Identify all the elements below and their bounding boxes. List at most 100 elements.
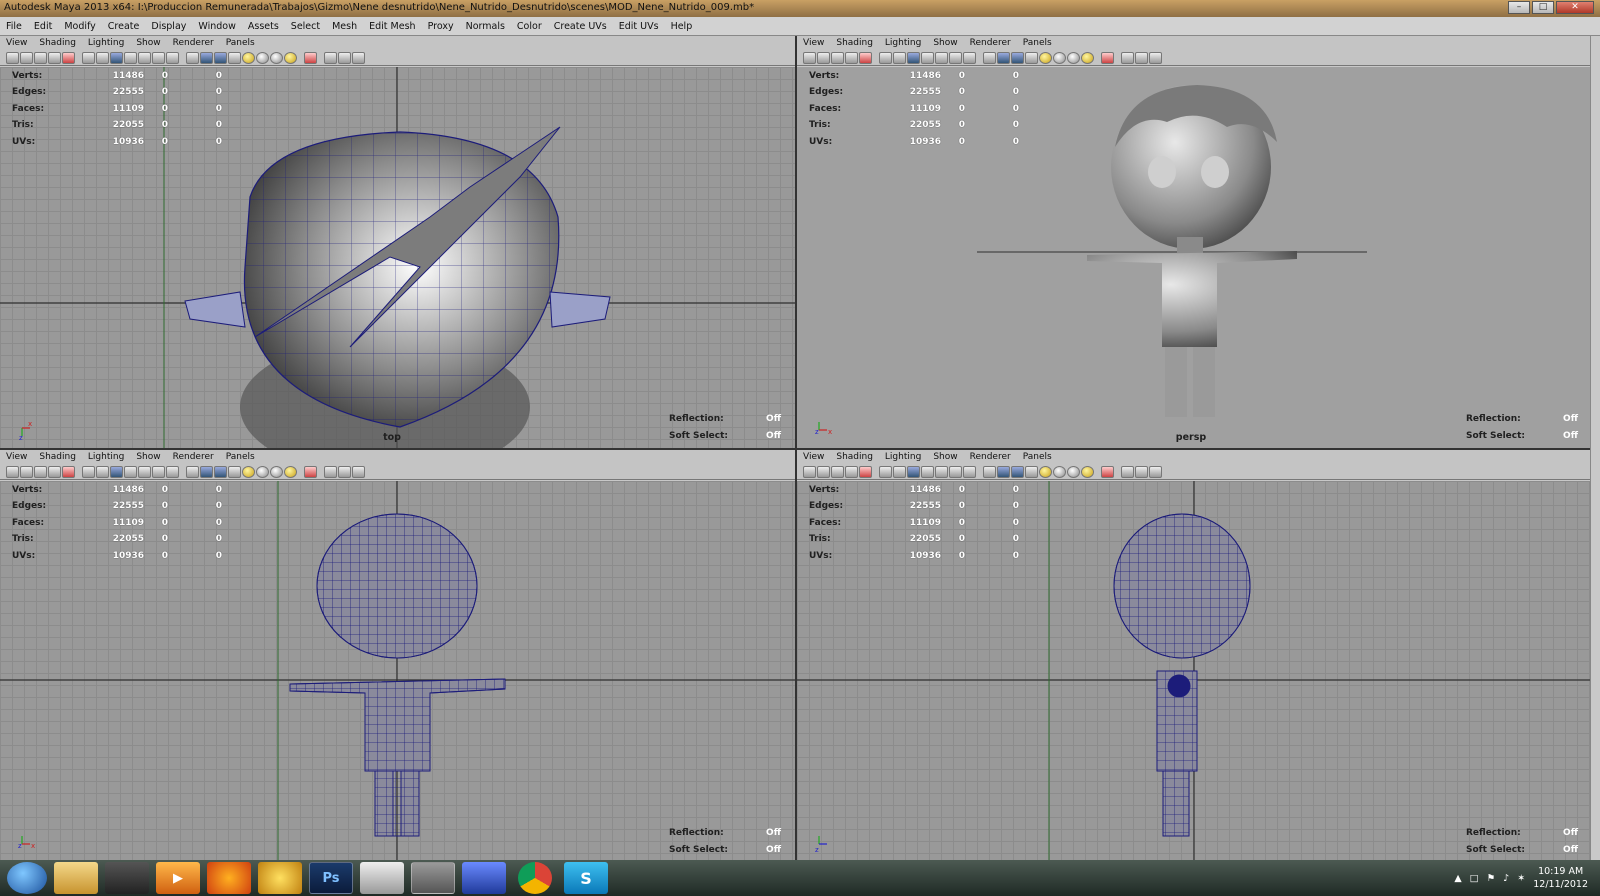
isolate-select-icon[interactable]	[1101, 465, 1114, 478]
grease-pencil-icon[interactable]	[859, 51, 872, 64]
textured-icon[interactable]	[1025, 51, 1038, 64]
menu-normals[interactable]: Normals	[460, 21, 511, 32]
wireframe-on-shaded-icon[interactable]	[1011, 51, 1024, 64]
menu-mesh[interactable]: Mesh	[326, 21, 363, 32]
xray-joints-icon[interactable]	[1135, 465, 1148, 478]
film-gate-icon[interactable]	[96, 465, 109, 478]
shadows-icon[interactable]	[1067, 465, 1080, 478]
menu-edit-mesh[interactable]: Edit Mesh	[363, 21, 421, 32]
isolate-select-icon[interactable]	[304, 51, 317, 64]
resolution-gate-icon[interactable]	[907, 51, 920, 64]
all-lights-icon[interactable]	[1053, 51, 1066, 64]
light-icon[interactable]	[1081, 465, 1094, 478]
panel-menu-lighting[interactable]: Lighting	[82, 38, 130, 48]
safe-title-icon[interactable]	[166, 51, 179, 64]
sun-app-icon[interactable]	[258, 862, 302, 894]
flag-icon[interactable]: ⚑	[1487, 873, 1496, 884]
textured-icon[interactable]	[1025, 465, 1038, 478]
xray-joints-icon[interactable]	[338, 465, 351, 478]
image-plane-icon[interactable]	[48, 465, 61, 478]
panel-menu-show[interactable]: Show	[130, 452, 166, 462]
grid-icon[interactable]	[82, 51, 95, 64]
grease-pencil-icon[interactable]	[62, 465, 75, 478]
menu-help[interactable]: Help	[665, 21, 699, 32]
panel-menu-view[interactable]: View	[0, 452, 33, 462]
app-moon-icon[interactable]	[462, 862, 506, 894]
panel-menu-lighting[interactable]: Lighting	[82, 452, 130, 462]
menu-edit-uvs[interactable]: Edit UVs	[613, 21, 665, 32]
all-lights-icon[interactable]	[256, 51, 269, 64]
isolate-select-icon[interactable]	[304, 465, 317, 478]
panel-menu-view[interactable]: View	[797, 452, 830, 462]
menu-display[interactable]: Display	[145, 21, 192, 32]
gate-mask-icon[interactable]	[921, 51, 934, 64]
xray-joints-icon[interactable]	[338, 51, 351, 64]
field-chart-icon[interactable]	[935, 465, 948, 478]
backface-cull-icon[interactable]	[352, 465, 365, 478]
xray-icon[interactable]	[1121, 465, 1134, 478]
safe-title-icon[interactable]	[963, 465, 976, 478]
panel-menu-panels[interactable]: Panels	[220, 452, 261, 462]
camera-attr-icon[interactable]	[817, 51, 830, 64]
shadows-icon[interactable]	[270, 465, 283, 478]
camera-attr-icon[interactable]	[817, 465, 830, 478]
smooth-shade-icon[interactable]	[997, 465, 1010, 478]
wireframe-icon[interactable]	[186, 465, 199, 478]
menu-file[interactable]: File	[0, 21, 28, 32]
camera-select-icon[interactable]	[803, 465, 816, 478]
backface-cull-icon[interactable]	[1149, 51, 1162, 64]
gate-mask-icon[interactable]	[124, 465, 137, 478]
wireframe-on-shaded-icon[interactable]	[214, 465, 227, 478]
default-light-icon[interactable]	[1039, 51, 1052, 64]
resolution-gate-icon[interactable]	[110, 465, 123, 478]
xray-icon[interactable]	[324, 465, 337, 478]
all-lights-icon[interactable]	[256, 465, 269, 478]
panel-menu-show[interactable]: Show	[927, 452, 963, 462]
vertical-scrollbar[interactable]	[1590, 36, 1600, 860]
wireframe-icon[interactable]	[186, 51, 199, 64]
panel-menu-lighting[interactable]: Lighting	[879, 38, 927, 48]
bookmark-icon[interactable]	[831, 465, 844, 478]
viewport-side[interactable]: View Shading Lighting Show Renderer Pane…	[797, 450, 1592, 862]
panel-menu-shading[interactable]: Shading	[830, 38, 879, 48]
light-icon[interactable]	[284, 51, 297, 64]
minimize-button[interactable]: –	[1508, 1, 1530, 14]
grid-icon[interactable]	[879, 465, 892, 478]
panel-menu-lighting[interactable]: Lighting	[879, 452, 927, 462]
safe-action-icon[interactable]	[152, 465, 165, 478]
default-light-icon[interactable]	[242, 465, 255, 478]
safe-action-icon[interactable]	[949, 465, 962, 478]
panel-menu-view[interactable]: View	[797, 38, 830, 48]
panel-menu-shading[interactable]: Shading	[830, 452, 879, 462]
xray-joints-icon[interactable]	[1135, 51, 1148, 64]
textured-icon[interactable]	[228, 51, 241, 64]
wireframe-icon[interactable]	[983, 465, 996, 478]
menu-modify[interactable]: Modify	[58, 21, 101, 32]
default-light-icon[interactable]	[242, 51, 255, 64]
panel-menu-panels[interactable]: Panels	[220, 38, 261, 48]
field-chart-icon[interactable]	[138, 465, 151, 478]
menu-create[interactable]: Create	[102, 21, 146, 32]
panel-menu-show[interactable]: Show	[927, 38, 963, 48]
start-orb-icon[interactable]	[7, 862, 47, 894]
panel-menu-renderer[interactable]: Renderer	[167, 452, 220, 462]
grid-icon[interactable]	[82, 465, 95, 478]
menu-edit[interactable]: Edit	[28, 21, 58, 32]
camera-select-icon[interactable]	[803, 51, 816, 64]
menu-select[interactable]: Select	[285, 21, 326, 32]
shadows-icon[interactable]	[270, 51, 283, 64]
light-icon[interactable]	[284, 465, 297, 478]
show-hidden-icon[interactable]: ▲	[1454, 873, 1461, 884]
safe-title-icon[interactable]	[963, 51, 976, 64]
camera-select-icon[interactable]	[6, 51, 19, 64]
xray-icon[interactable]	[324, 51, 337, 64]
resolution-gate-icon[interactable]	[907, 465, 920, 478]
panel-menu-shading[interactable]: Shading	[33, 38, 82, 48]
safe-title-icon[interactable]	[166, 465, 179, 478]
grid-icon[interactable]	[879, 51, 892, 64]
film-gate-icon[interactable]	[893, 465, 906, 478]
menu-proxy[interactable]: Proxy	[422, 21, 460, 32]
viewport-top[interactable]: View Shading Lighting Show Renderer Pane…	[0, 36, 795, 448]
panel-menu-view[interactable]: View	[0, 38, 33, 48]
media-player-icon[interactable]: ▶	[156, 862, 200, 894]
